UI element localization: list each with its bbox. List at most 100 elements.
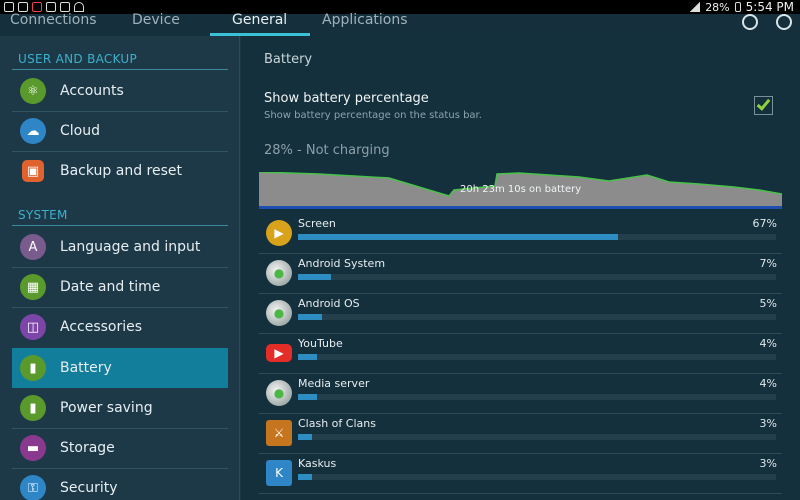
battery-percentage-checkbox[interactable] — [754, 96, 773, 115]
usage-percentage: 3% — [759, 457, 777, 470]
sidebar-item-language-and-input[interactable]: A Language and input — [12, 227, 228, 267]
sidebar-item-label: Power saving — [60, 400, 153, 416]
sidebar-item-label: Cloud — [60, 123, 100, 139]
sidebar-item-label: Backup and reset — [60, 163, 183, 179]
shield-icon — [32, 2, 42, 12]
sidebar-item-label: Date and time — [60, 279, 161, 295]
lock-icon: ⚿ — [20, 475, 46, 500]
settings-sidebar: USER AND BACKUP ⚛ Accounts ☁ Cloud ▣ Bac… — [0, 36, 240, 500]
usage-row[interactable]: K Kaskus 3% — [259, 454, 782, 494]
android-icon: ● — [266, 380, 292, 406]
battery-status: 28% - Not charging — [264, 143, 390, 158]
android-icon: ● — [266, 260, 292, 286]
option-title: Show battery percentage — [264, 91, 429, 106]
section-divider — [12, 225, 228, 226]
usage-percentage: 3% — [759, 417, 777, 430]
section-divider — [12, 69, 228, 70]
accessories-icon: ◫ — [20, 314, 46, 340]
usage-bar-track — [298, 274, 776, 280]
tab-connections[interactable]: Connections — [10, 12, 97, 28]
usage-bar-fill — [298, 354, 318, 360]
section-heading-user-and-backup: USER AND BACKUP — [18, 52, 138, 66]
sidebar-item-label: Battery — [60, 360, 112, 376]
sidebar-item-label: Accounts — [60, 83, 124, 99]
kaskus-icon: K — [266, 460, 292, 486]
app-name: Clash of Clans — [298, 417, 376, 430]
sidebar-item-cloud[interactable]: ☁ Cloud — [12, 111, 228, 151]
backup-icon: ▣ — [22, 160, 44, 182]
usage-percentage: 7% — [759, 257, 777, 270]
sidebar-item-battery[interactable]: ▮ Battery — [12, 348, 228, 388]
refresh-icon[interactable] — [742, 14, 758, 30]
sidebar-item-power-saving[interactable]: ▮ Power saving — [12, 388, 228, 428]
time-on-battery: 20h 23m 10s on battery — [460, 184, 582, 195]
battery-icon: ▮ — [20, 355, 46, 381]
search-icon[interactable] — [776, 14, 792, 30]
checkmark-icon — [756, 96, 771, 111]
sidebar-item-date-and-time[interactable]: ▦ Date and time — [12, 267, 228, 307]
app-name: YouTube — [298, 337, 343, 350]
usage-bar-fill — [298, 474, 313, 480]
signal-icon — [690, 2, 701, 12]
battery-panel: Battery Show battery percentage Show bat… — [241, 36, 800, 500]
usage-percentage: 4% — [759, 337, 777, 350]
sidebar-item-label: Accessories — [60, 319, 143, 335]
sidebar-item-label: Security — [60, 480, 118, 496]
screen-icon: ▶ — [266, 220, 292, 246]
section-heading-system: SYSTEM — [18, 208, 68, 222]
usage-bar-fill — [298, 234, 619, 240]
tab-general[interactable]: General — [232, 12, 287, 28]
sidebar-item-storage[interactable]: ▬ Storage — [12, 428, 228, 468]
page-title: Battery — [264, 52, 313, 67]
battery-percentage: 28% — [705, 0, 730, 14]
tab-applications[interactable]: Applications — [322, 12, 408, 28]
sidebar-item-label: Language and input — [60, 239, 201, 255]
settings-tab-bar: Connections Device General Applications — [0, 12, 800, 36]
graph-baseline — [259, 206, 782, 209]
app-name: Android OS — [298, 297, 360, 310]
option-subtitle: Show battery percentage on the status ba… — [264, 110, 482, 121]
usage-bar-fill — [298, 314, 322, 320]
clock: 5:54 PM — [745, 0, 794, 14]
usage-row[interactable]: ● Android OS 5% — [259, 294, 782, 334]
usage-row[interactable]: ⚔ Clash of Clans 3% — [259, 414, 782, 454]
usage-row[interactable]: ● Media server 4% — [259, 374, 782, 414]
usage-bar-track — [298, 314, 776, 320]
usage-bar-track — [298, 434, 776, 440]
notification-icon — [18, 2, 28, 12]
usage-percentage: 67% — [752, 217, 777, 230]
app-name: Android System — [298, 257, 386, 270]
usage-bar-fill — [298, 434, 313, 440]
usage-bar-track — [298, 474, 776, 480]
notification-icons — [4, 2, 84, 12]
power-saving-icon: ▮ — [20, 395, 46, 421]
sidebar-item-accessories[interactable]: ◫ Accessories — [12, 307, 228, 347]
app-name: Kaskus — [298, 457, 337, 470]
tab-device[interactable]: Device — [132, 12, 180, 28]
notification-icon — [46, 2, 56, 12]
battery-icon — [734, 2, 741, 12]
cloud-icon: ☁ — [20, 118, 46, 144]
app-name: Screen — [298, 217, 336, 230]
usage-bar-track — [298, 394, 776, 400]
calendar-icon: ▦ — [20, 274, 46, 300]
sidebar-item-security[interactable]: ⚿ Security — [12, 468, 228, 500]
usage-row[interactable]: ▶ YouTube 4% — [259, 334, 782, 374]
language-icon: A — [20, 234, 46, 260]
usage-row[interactable]: ● Android System 7% — [259, 254, 782, 294]
notification-icon — [4, 2, 14, 12]
key-icon: ⚛ — [20, 78, 46, 104]
usage-percentage: 5% — [759, 297, 777, 310]
sidebar-item-accounts[interactable]: ⚛ Accounts — [12, 71, 228, 111]
sidebar-item-label: Storage — [60, 440, 115, 456]
divider — [259, 493, 782, 494]
sidebar-item-backup-and-reset[interactable]: ▣ Backup and reset — [12, 151, 228, 191]
wifi-icon — [74, 2, 84, 12]
usage-bar-track — [298, 354, 776, 360]
app-name: Media server — [298, 377, 370, 390]
notification-icon — [60, 2, 70, 12]
usage-bar-fill — [298, 274, 332, 280]
usage-row[interactable]: ▶ Screen 67% — [259, 214, 782, 254]
storage-icon: ▬ — [20, 435, 46, 461]
usage-bar-fill — [298, 394, 318, 400]
